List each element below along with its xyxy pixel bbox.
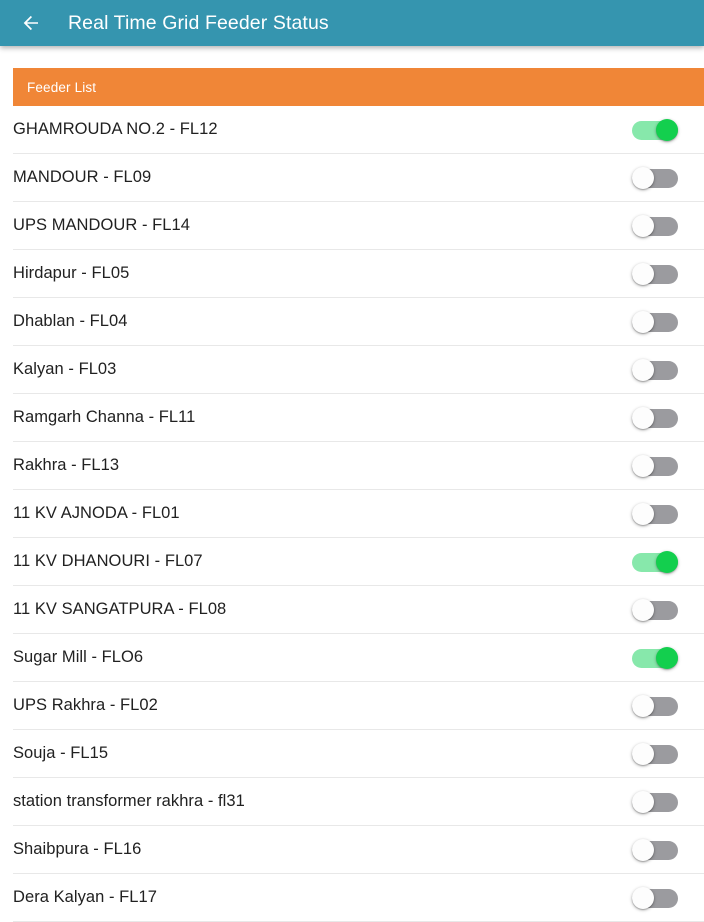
feeder-name: Ramgarh Channa - FL11 bbox=[13, 408, 196, 426]
toggle-knob bbox=[632, 886, 654, 909]
feeder-status-toggle[interactable] bbox=[632, 838, 678, 861]
feeder-row[interactable]: Kalyan - FL03 bbox=[13, 346, 704, 394]
feeder-name: Hirdapur - FL05 bbox=[13, 264, 130, 282]
feeder-status-toggle[interactable] bbox=[632, 406, 678, 429]
back-button[interactable] bbox=[14, 6, 48, 40]
feeder-row[interactable]: station transformer rakhra - fl31 bbox=[13, 778, 704, 826]
feeder-status-toggle[interactable] bbox=[632, 742, 678, 765]
toggle-knob bbox=[632, 358, 654, 381]
feeder-row[interactable]: Hirdapur - FL05 bbox=[13, 250, 704, 298]
toggle-knob bbox=[632, 694, 654, 717]
feeder-name: MANDOUR - FL09 bbox=[13, 168, 152, 186]
feeder-list-card: Feeder List GHAMROUDA NO.2 - FL12 MANDOUR… bbox=[13, 68, 704, 922]
toggle-knob bbox=[632, 838, 654, 861]
feeder-name: Souja - FL15 bbox=[13, 744, 109, 762]
feeder-row[interactable]: Souja - FL15 bbox=[13, 730, 704, 778]
toggle-knob bbox=[656, 550, 678, 573]
feeder-list: GHAMROUDA NO.2 - FL12 MANDOUR - FL09 UPS M… bbox=[13, 106, 704, 922]
feeder-row[interactable]: MANDOUR - FL09 bbox=[13, 154, 704, 202]
feeder-row[interactable]: Shaibpura - FL16 bbox=[13, 826, 704, 874]
feeder-name: Kalyan - FL03 bbox=[13, 360, 117, 378]
feeder-name: 11 KV SANGATPURA - FL08 bbox=[13, 600, 227, 618]
feeder-row[interactable]: 11 KV DHANOURI - FL07 bbox=[13, 538, 704, 586]
toggle-knob bbox=[632, 598, 654, 621]
toggle-knob bbox=[632, 262, 654, 285]
feeder-name: 11 KV DHANOURI - FL07 bbox=[13, 552, 203, 570]
feeder-row[interactable]: GHAMROUDA NO.2 - FL12 bbox=[13, 106, 704, 154]
feeder-name: UPS MANDOUR - FL14 bbox=[13, 216, 190, 234]
feeder-status-toggle[interactable] bbox=[632, 502, 678, 525]
feeder-row[interactable]: Sugar Mill - FLO6 bbox=[13, 634, 704, 682]
feeder-status-toggle[interactable] bbox=[632, 310, 678, 333]
toggle-knob bbox=[632, 406, 654, 429]
toggle-knob bbox=[632, 310, 654, 333]
feeder-row[interactable]: Dhablan - FL04 bbox=[13, 298, 704, 346]
feeder-status-toggle[interactable] bbox=[632, 790, 678, 813]
app-bar: Real Time Grid Feeder Status bbox=[0, 0, 704, 46]
toggle-knob bbox=[632, 502, 654, 525]
feeder-list-card-header: Feeder List bbox=[13, 68, 704, 106]
toggle-knob bbox=[632, 166, 654, 189]
arrow-left-icon bbox=[19, 11, 43, 35]
feeder-status-toggle[interactable] bbox=[632, 262, 678, 285]
feeder-status-toggle[interactable] bbox=[632, 454, 678, 477]
toggle-knob bbox=[632, 742, 654, 765]
feeder-name: Shaibpura - FL16 bbox=[13, 840, 142, 858]
feeder-row[interactable]: Ramgarh Channa - FL11 bbox=[13, 394, 704, 442]
feeder-row[interactable]: 11 KV SANGATPURA - FL08 bbox=[13, 586, 704, 634]
toggle-knob bbox=[656, 646, 678, 669]
feeder-status-toggle[interactable] bbox=[632, 358, 678, 381]
feeder-status-toggle[interactable] bbox=[632, 550, 678, 573]
feeder-status-toggle[interactable] bbox=[632, 166, 678, 189]
feeder-status-toggle[interactable] bbox=[632, 214, 678, 237]
feeder-name: Dhablan - FL04 bbox=[13, 312, 128, 330]
toggle-knob bbox=[632, 454, 654, 477]
feeder-status-toggle[interactable] bbox=[632, 694, 678, 717]
feeder-name: station transformer rakhra - fl31 bbox=[13, 792, 245, 810]
feeder-name: GHAMROUDA NO.2 - FL12 bbox=[13, 120, 218, 138]
feeder-row[interactable]: 11 KV AJNODA - FL01 bbox=[13, 490, 704, 538]
feeder-row[interactable]: UPS MANDOUR - FL14 bbox=[13, 202, 704, 250]
feeder-list-title: Feeder List bbox=[27, 79, 97, 95]
feeder-status-toggle[interactable] bbox=[632, 886, 678, 909]
toggle-knob bbox=[656, 118, 678, 141]
toggle-knob bbox=[632, 214, 654, 237]
feeder-status-toggle[interactable] bbox=[632, 598, 678, 621]
feeder-row[interactable]: UPS Rakhra - FL02 bbox=[13, 682, 704, 730]
toggle-knob bbox=[632, 790, 654, 813]
feeder-status-toggle[interactable] bbox=[632, 646, 678, 669]
feeder-status-toggle[interactable] bbox=[632, 118, 678, 141]
feeder-name: Sugar Mill - FLO6 bbox=[13, 648, 144, 666]
feeder-name: Dera Kalyan - FL17 bbox=[13, 888, 157, 906]
feeder-name: 11 KV AJNODA - FL01 bbox=[13, 504, 180, 522]
feeder-name: Rakhra - FL13 bbox=[13, 456, 120, 474]
feeder-row[interactable]: Rakhra - FL13 bbox=[13, 442, 704, 490]
feeder-row[interactable]: Dera Kalyan - FL17 bbox=[13, 874, 704, 922]
page-title: Real Time Grid Feeder Status bbox=[68, 11, 329, 34]
feeder-name: UPS Rakhra - FL02 bbox=[13, 696, 158, 714]
content-area: Feeder List GHAMROUDA NO.2 - FL12 MANDOUR… bbox=[0, 46, 704, 922]
